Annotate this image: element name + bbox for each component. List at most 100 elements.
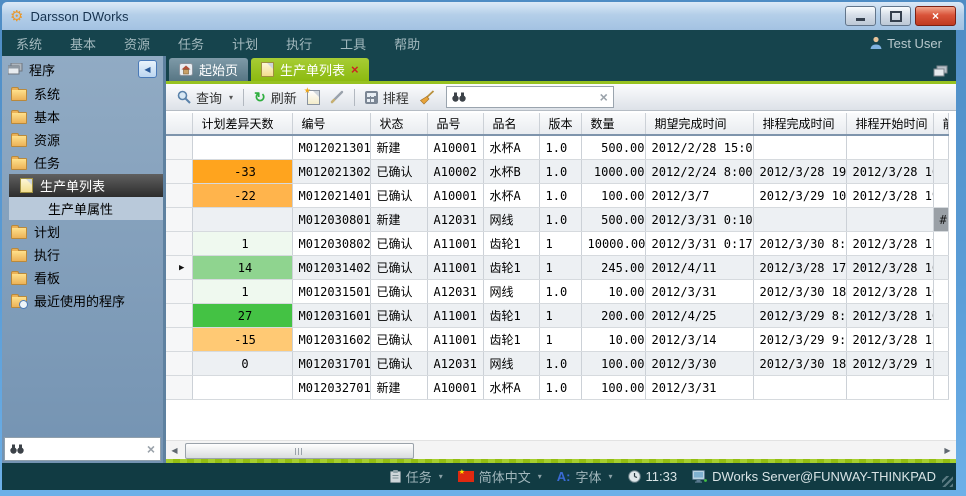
table-cell[interactable] xyxy=(753,208,846,232)
plan-diff-cell[interactable]: 27 xyxy=(192,304,292,328)
table-cell[interactable]: 1 xyxy=(539,256,581,280)
table-cell[interactable]: A10002 xyxy=(427,160,483,184)
table-row[interactable]: M012032701新建A10001水杯A1.0100.002012/3/31 xyxy=(166,376,948,400)
tab-start-page[interactable]: 起始页 xyxy=(169,58,248,81)
table-row[interactable]: 1M012031501已确认A12031网线1.010.002012/3/312… xyxy=(166,280,948,304)
table-cell[interactable] xyxy=(933,280,948,304)
row-selector[interactable] xyxy=(166,352,192,376)
minimize-button[interactable] xyxy=(845,6,876,26)
row-selector[interactable] xyxy=(166,160,192,184)
table-cell[interactable]: 2012/3/28 13:40 xyxy=(846,328,933,352)
table-cell[interactable]: 2012/3/29 10:20 xyxy=(753,184,846,208)
table-cell[interactable]: 2012/4/11 xyxy=(645,256,753,280)
table-cell[interactable]: A10001 xyxy=(427,376,483,400)
table-cell[interactable]: A12031 xyxy=(427,352,483,376)
table-cell[interactable]: 2012/3/28 19:10 xyxy=(846,184,933,208)
column-header[interactable]: 数量 xyxy=(581,113,645,135)
table-cell[interactable]: A12031 xyxy=(427,208,483,232)
table-cell[interactable]: 齿轮1 xyxy=(483,304,539,328)
table-cell[interactable]: 网线 xyxy=(483,208,539,232)
tab-list-button[interactable] xyxy=(933,65,956,81)
table-cell[interactable]: 1.0 xyxy=(539,208,581,232)
plan-diff-cell[interactable]: -22 xyxy=(192,184,292,208)
table-cell[interactable]: 1 xyxy=(539,304,581,328)
table-cell[interactable]: 新建 xyxy=(370,208,427,232)
table-cell[interactable]: 2012/3/30 8:15 xyxy=(753,232,846,256)
table-cell[interactable] xyxy=(933,232,948,256)
row-selector[interactable] xyxy=(166,184,192,208)
plan-diff-cell[interactable] xyxy=(192,208,292,232)
row-selector[interactable] xyxy=(166,376,192,400)
sidebar-item[interactable]: 资源 xyxy=(2,128,163,151)
sidebar-item[interactable]: 最近使用的程序 xyxy=(2,289,163,312)
table-cell[interactable]: 2012/3/28 17:13 xyxy=(753,256,846,280)
menu-item[interactable]: 执行 xyxy=(272,34,326,53)
table-cell[interactable]: # xyxy=(933,208,948,232)
plan-diff-cell[interactable]: 1 xyxy=(192,280,292,304)
table-cell[interactable]: 齿轮1 xyxy=(483,256,539,280)
table-cell[interactable]: A11001 xyxy=(427,304,483,328)
table-cell[interactable]: A10001 xyxy=(427,135,483,160)
table-cell[interactable]: 2012/3/28 10:52 xyxy=(846,304,933,328)
table-cell[interactable]: 已确认 xyxy=(370,352,427,376)
table-cell[interactable]: 2012/3/14 xyxy=(645,328,753,352)
sidebar-item[interactable]: 任务 xyxy=(2,151,163,174)
table-row[interactable]: -15M012031602已确认A11001齿轮1110.002012/3/14… xyxy=(166,328,948,352)
font-button[interactable]: A: 字体 ▾ xyxy=(557,467,613,486)
table-cell[interactable]: 2012/3/31 0:10 xyxy=(645,208,753,232)
sidebar-search-box[interactable]: × xyxy=(4,437,161,461)
scrollbar-thumb[interactable] xyxy=(185,443,414,459)
table-cell[interactable]: 2012/3/28 10:52 xyxy=(846,256,933,280)
table-cell[interactable]: 已确认 xyxy=(370,304,427,328)
column-header[interactable]: 计划差异天数 xyxy=(192,113,292,135)
table-cell[interactable]: 100.00 xyxy=(581,184,645,208)
sidebar-item[interactable]: 计划 xyxy=(2,220,163,243)
user-area[interactable]: Test User xyxy=(870,36,956,51)
table-cell[interactable] xyxy=(846,135,933,160)
table-cell[interactable]: 新建 xyxy=(370,376,427,400)
sidebar-item[interactable]: 系统 xyxy=(2,82,163,105)
table-cell[interactable]: M012031402 xyxy=(292,256,370,280)
table-cell[interactable] xyxy=(933,304,948,328)
table-cell[interactable]: 1 xyxy=(539,232,581,256)
menu-item[interactable]: 任务 xyxy=(164,34,218,53)
table-cell[interactable]: 1 xyxy=(539,328,581,352)
table-cell[interactable] xyxy=(846,208,933,232)
table-cell[interactable] xyxy=(933,328,948,352)
table-cell[interactable]: M012031601 xyxy=(292,304,370,328)
scroll-left-button[interactable]: ◀ xyxy=(166,442,183,459)
table-cell[interactable]: 500.00 xyxy=(581,135,645,160)
sidebar-search-input[interactable] xyxy=(28,440,143,458)
column-header[interactable]: 排程完成时间 xyxy=(753,113,846,135)
close-button[interactable]: × xyxy=(915,6,956,26)
table-cell[interactable]: 1.0 xyxy=(539,352,581,376)
sidebar-item[interactable]: 执行 xyxy=(2,243,163,266)
column-header[interactable]: 状态 xyxy=(370,113,427,135)
table-cell[interactable]: 1.0 xyxy=(539,160,581,184)
table-cell[interactable] xyxy=(846,376,933,400)
plan-diff-cell[interactable]: -15 xyxy=(192,328,292,352)
row-selector[interactable] xyxy=(166,135,192,160)
selected-row-arrow-icon[interactable]: ▶ xyxy=(166,256,192,280)
table-cell[interactable]: 已确认 xyxy=(370,232,427,256)
table-cell[interactable]: 2012/3/30 xyxy=(645,352,753,376)
column-header[interactable]: 排程开始时间 xyxy=(846,113,933,135)
new-button[interactable] xyxy=(302,86,325,108)
table-cell[interactable] xyxy=(933,352,948,376)
menu-item[interactable]: 帮助 xyxy=(380,34,434,53)
table-cell[interactable]: 水杯A xyxy=(483,184,539,208)
column-header[interactable]: 期望完成时间 xyxy=(645,113,753,135)
table-cell[interactable]: M012030801 xyxy=(292,208,370,232)
table-cell[interactable]: 1.0 xyxy=(539,280,581,304)
schedule-button[interactable]: 排程 xyxy=(360,86,414,108)
task-status-button[interactable]: 任务 ▾ xyxy=(390,467,443,486)
menu-item[interactable]: 基本 xyxy=(56,34,110,53)
table-cell[interactable]: M012031501 xyxy=(292,280,370,304)
table-cell[interactable]: 2012/3/31 xyxy=(645,280,753,304)
table-cell[interactable]: 2012/3/31 xyxy=(645,376,753,400)
table-cell[interactable] xyxy=(933,184,948,208)
refresh-button[interactable]: ↻ 刷新 xyxy=(249,86,302,108)
row-selector[interactable] xyxy=(166,232,192,256)
query-button[interactable]: 查询 ▾ xyxy=(172,86,238,108)
plan-diff-cell[interactable] xyxy=(192,135,292,160)
